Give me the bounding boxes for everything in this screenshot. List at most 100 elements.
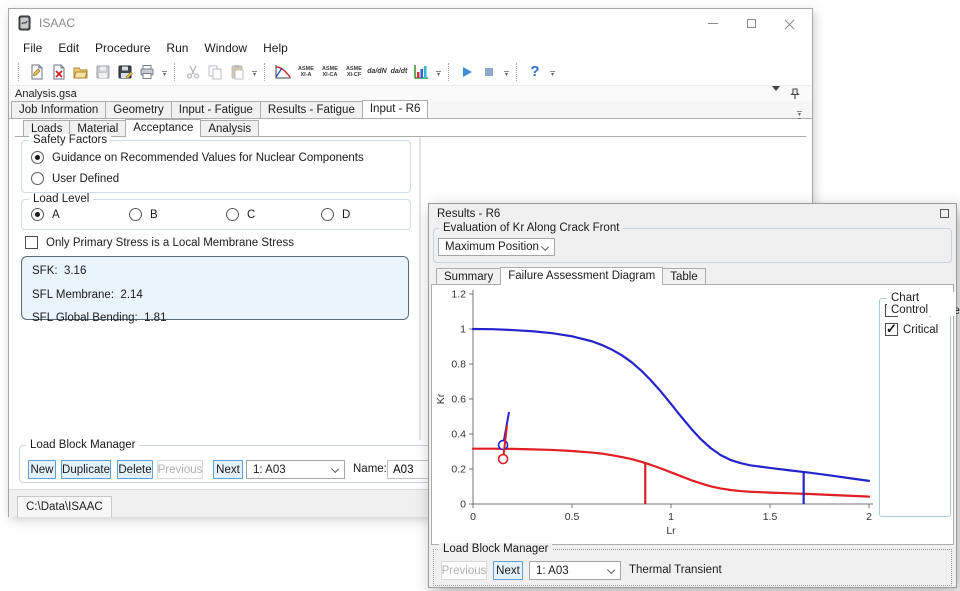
tab-failure-assessment-diagram[interactable]: Failure Assessment Diagram	[500, 267, 663, 285]
radio-row-level-a[interactable]: A	[31, 208, 60, 221]
delete-file-icon[interactable]	[49, 62, 69, 82]
block-select-combo[interactable]: 1: A03	[246, 460, 345, 479]
fad-curve-icon[interactable]	[273, 62, 293, 82]
radio-user-defined[interactable]	[31, 172, 44, 185]
new-file-icon[interactable]	[27, 62, 47, 82]
window-title: ISAAC	[39, 16, 75, 30]
menu-procedure[interactable]: Procedure	[87, 39, 158, 57]
menu-window[interactable]: Window	[196, 39, 255, 57]
tab-input-r6[interactable]: Input - R6	[362, 100, 429, 118]
svg-text:0.5: 0.5	[565, 511, 580, 523]
svg-text:1.5: 1.5	[763, 511, 778, 523]
asme-xi-ca-icon[interactable]: ASME XI-CA	[318, 66, 342, 78]
main-titlebar[interactable]: ISAAC	[9, 9, 812, 37]
toolbar-overflow-icon[interactable]: ▾	[250, 71, 259, 78]
svg-text:0: 0	[470, 511, 476, 523]
toolbar-gripper[interactable]	[174, 63, 179, 81]
membrane-checkbox-row[interactable]: Only Primary Stress is a Local Membrane …	[25, 236, 294, 249]
svg-text:2: 2	[866, 511, 872, 523]
position-combo-value: Maximum Position	[445, 241, 539, 253]
results-titlebar[interactable]: Results - R6	[429, 204, 956, 224]
radio-level-c[interactable]	[226, 208, 239, 221]
help-icon[interactable]: ?	[525, 62, 545, 82]
copy-icon[interactable]	[205, 62, 225, 82]
toolbar-overflow-icon[interactable]: ▾	[548, 71, 557, 78]
toolbar-overflow-icon[interactable]: ▾	[434, 71, 443, 78]
svg-text:Kr: Kr	[435, 393, 447, 404]
results-block-combo[interactable]: 1: A03	[529, 561, 621, 580]
stop-icon[interactable]	[479, 62, 499, 82]
asme-xi-cf-line2: XI-CF	[342, 72, 366, 78]
subtab-acceptance[interactable]: Acceptance	[125, 119, 201, 137]
membrane-checkbox[interactable]	[25, 236, 38, 249]
radio-guidance[interactable]	[31, 151, 44, 164]
menu-file[interactable]: File	[15, 39, 50, 57]
critical-checkbox-row[interactable]: Critical	[885, 323, 938, 336]
menu-help[interactable]: Help	[255, 39, 296, 57]
status-path-segment: C:\Data\ISAAC	[17, 496, 112, 517]
duplicate-block-button[interactable]: Duplicate	[61, 460, 111, 479]
load-block-manager-title: Load Block Manager	[26, 439, 139, 451]
delete-block-button[interactable]: Delete	[117, 460, 153, 479]
sfl-membrane-value: 2.14	[120, 289, 142, 301]
new-block-button[interactable]: New	[28, 460, 56, 479]
sfl-membrane-row: SFL Membrane: 2.14	[32, 289, 143, 301]
close-button[interactable]	[770, 9, 808, 37]
radio-level-d[interactable]	[321, 208, 334, 221]
asme-xi-a-icon[interactable]: ASME XI-A	[294, 66, 318, 78]
toolbar-overflow-icon[interactable]: ▾	[502, 71, 511, 78]
radio-level-b[interactable]	[129, 208, 142, 221]
radio-row-level-b[interactable]: B	[129, 208, 158, 221]
cut-icon[interactable]	[183, 62, 203, 82]
critical-checkbox[interactable]	[885, 323, 898, 336]
toolbar-overflow-icon[interactable]: ▾	[160, 71, 169, 78]
svg-text:1: 1	[668, 511, 674, 523]
tab-job-information[interactable]: Job Information	[11, 101, 106, 118]
tab-summary[interactable]: Summary	[436, 268, 501, 285]
radio-row-level-d[interactable]: D	[321, 208, 350, 221]
tab-table[interactable]: Table	[662, 268, 706, 285]
position-combo[interactable]: Maximum Position	[438, 238, 555, 256]
open-file-icon[interactable]	[71, 62, 91, 82]
maximize-button[interactable]	[732, 9, 770, 37]
save-as-icon[interactable]	[115, 62, 135, 82]
results-previous-button[interactable]: Previous	[441, 561, 487, 580]
radio-row-user-defined[interactable]: User Defined	[31, 172, 119, 185]
toolbar-gripper[interactable]	[516, 63, 521, 81]
radio-level-a[interactable]	[31, 208, 44, 221]
chart-control-title: Chart Control	[887, 292, 956, 316]
radio-row-guidance[interactable]: Guidance on Recommended Values for Nucle…	[31, 151, 364, 164]
load-block-note: Thermal Transient	[629, 564, 722, 576]
results-next-button[interactable]: Next	[493, 561, 523, 580]
menu-run[interactable]: Run	[158, 39, 196, 57]
toolbar-gripper[interactable]	[448, 63, 453, 81]
radio-user-defined-label: User Defined	[52, 173, 119, 185]
pin-icon[interactable]	[790, 88, 800, 100]
sfk-value: 3.16	[64, 265, 86, 277]
radio-guidance-label: Guidance on Recommended Values for Nucle…	[52, 152, 364, 164]
next-block-button[interactable]: Next	[213, 460, 243, 479]
da-dn-icon[interactable]: da/dN	[367, 62, 387, 82]
minimize-button[interactable]	[694, 9, 732, 37]
tab-geometry[interactable]: Geometry	[105, 101, 172, 118]
radio-level-b-label: B	[150, 209, 158, 221]
toolbar-gripper[interactable]	[18, 63, 23, 81]
previous-block-button[interactable]: Previous	[157, 460, 203, 479]
fad-chart-svg: 00.511.5200.20.40.60.811.2LrKr	[432, 285, 884, 544]
run-icon[interactable]	[457, 62, 477, 82]
toolbar: ▾ ▾ ASME XI-A ASME XI-CA ASME XI-CF da/d…	[9, 58, 812, 86]
da-dt-icon[interactable]: da/dt	[389, 62, 409, 82]
menu-edit[interactable]: Edit	[50, 39, 87, 57]
print-icon[interactable]	[137, 62, 157, 82]
radio-row-level-c[interactable]: C	[226, 208, 255, 221]
float-window-button[interactable]	[940, 209, 949, 218]
subtab-analysis[interactable]: Analysis	[200, 120, 259, 137]
tab-input-fatigue[interactable]: Input - Fatigue	[171, 101, 261, 118]
sfl-global-bending-value: 1.81	[144, 312, 166, 324]
tab-results-fatigue[interactable]: Results - Fatigue	[260, 101, 363, 118]
toolbar-gripper[interactable]	[264, 63, 269, 81]
chart-icon[interactable]	[411, 62, 431, 82]
paste-icon[interactable]	[227, 62, 247, 82]
save-icon[interactable]	[93, 62, 113, 82]
asme-xi-cf-icon[interactable]: ASME XI-CF	[342, 66, 366, 78]
